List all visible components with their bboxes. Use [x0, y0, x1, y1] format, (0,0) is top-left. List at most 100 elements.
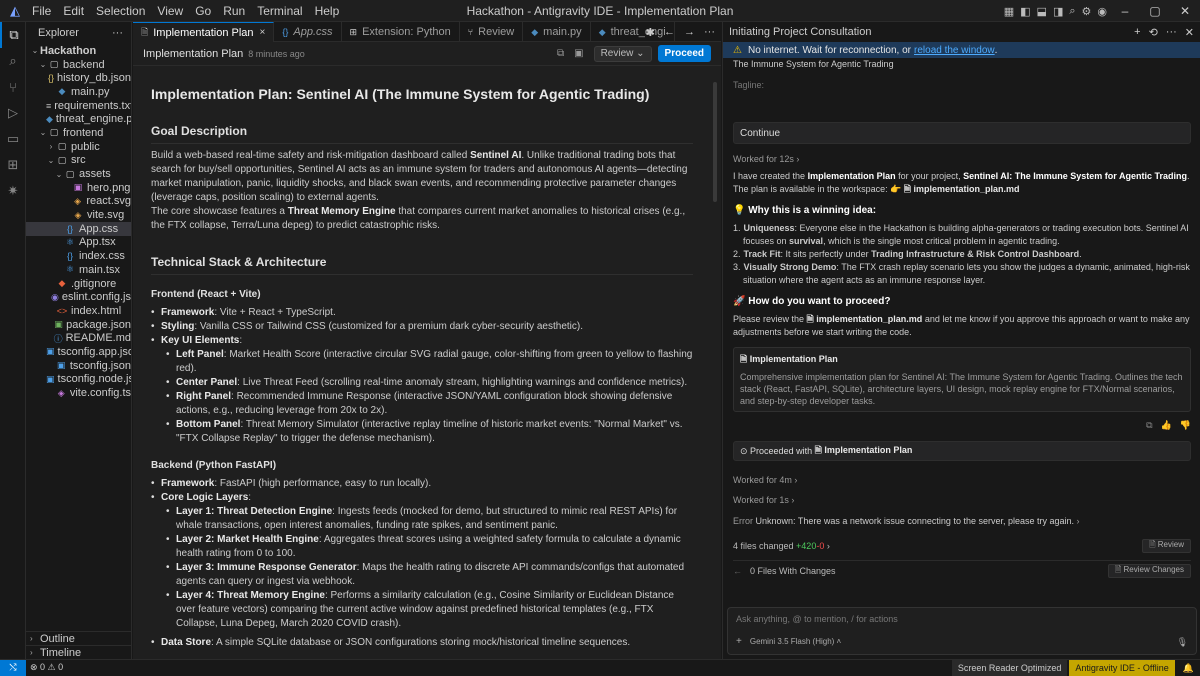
- tree-item[interactable]: ◈ vite.svg: [26, 208, 131, 222]
- model-selector[interactable]: Gemini 3.5 Flash (High) ˄: [750, 637, 841, 646]
- copy-icon[interactable]: ⧉: [557, 48, 564, 59]
- tree-item[interactable]: ◉ eslint.config.js: [26, 290, 131, 304]
- editor-scrollbar[interactable]: [713, 82, 717, 202]
- history-icon[interactable]: ⟲: [1149, 26, 1158, 39]
- timeline-section[interactable]: › Timeline: [26, 645, 132, 659]
- toggle-secondary-sidebar-icon[interactable]: ◨: [1053, 5, 1063, 18]
- tree-item[interactable]: ▣tsconfig.app.json: [26, 345, 131, 359]
- tree-item[interactable]: ⌄ Hackathon: [26, 44, 131, 58]
- review-changes-button[interactable]: 🗎 Review Changes: [1107, 563, 1191, 578]
- menu-go[interactable]: Go: [189, 4, 217, 18]
- problems-indicator[interactable]: ⊗ 0 ⚠ 0: [30, 662, 63, 673]
- go-back-icon[interactable]: ←: [664, 26, 675, 38]
- tree-item[interactable]: ◆ threat_engine.py: [26, 112, 131, 126]
- implementation-plan-file-link[interactable]: 🗎 implementation_plan.md: [904, 184, 1020, 194]
- files-changed-row[interactable]: 4 files changed +420-0 › 🗎 Review: [733, 538, 1191, 554]
- tree-item[interactable]: ⌄ ▢ backend: [26, 58, 131, 72]
- reload-window-link[interactable]: reload the window: [914, 45, 995, 56]
- add-context-button[interactable]: +: [736, 636, 742, 647]
- microphone-icon[interactable]: 🎙: [1177, 637, 1188, 648]
- remote-indicator-icon[interactable]: ⤭: [0, 659, 26, 676]
- back-arrow-icon[interactable]: ←: [733, 566, 742, 576]
- tree-item[interactable]: ≡ requirements.txt: [26, 99, 131, 113]
- copy-icon[interactable]: ⧉: [1146, 420, 1152, 431]
- agent-spark-icon[interactable]: ✷: [0, 178, 26, 204]
- editor-tab[interactable]: ⊞ Extension: Python: [342, 22, 460, 42]
- maximize-button[interactable]: ▢: [1140, 4, 1170, 18]
- tree-item[interactable]: ◈ vite.config.ts: [26, 386, 131, 400]
- minimize-button[interactable]: –: [1110, 4, 1140, 18]
- tree-item[interactable]: ▣ tsconfig.json: [26, 359, 131, 373]
- proceed-button[interactable]: Proceed: [657, 45, 711, 62]
- search-icon[interactable]: ⌕: [1069, 5, 1075, 18]
- proceeded-message: ⊙ Proceeded with 🗎 Implementation Plan: [733, 441, 1191, 461]
- tree-item[interactable]: {} index.css: [26, 249, 131, 263]
- layout-icon[interactable]: ▦: [1004, 5, 1014, 18]
- thumbs-up-icon[interactable]: 👍: [1161, 420, 1172, 431]
- editor-tab[interactable]: {} App.css: [274, 22, 342, 42]
- more-actions-icon[interactable]: ···: [1166, 26, 1177, 38]
- tree-item[interactable]: ▣tsconfig.node.json: [26, 373, 131, 387]
- explorer-files-icon[interactable]: ⧉: [0, 22, 26, 48]
- screen-reader-status[interactable]: Screen Reader Optimized: [951, 660, 1068, 676]
- tree-item[interactable]: ⚛ App.tsx: [26, 236, 131, 250]
- review-button[interactable]: 🗎 Review: [1142, 539, 1191, 553]
- tree-item[interactable]: ▣ hero.png: [26, 181, 131, 195]
- toggle-panel-icon[interactable]: ⬓: [1037, 5, 1047, 18]
- tree-item[interactable]: {} App.css: [26, 221, 131, 236]
- menu-run[interactable]: Run: [217, 4, 251, 18]
- list-item: Styling: Vanilla CSS or Tailwind CSS (cu…: [151, 320, 693, 334]
- tree-item[interactable]: ◆ main.py: [26, 85, 131, 99]
- remote-explorer-icon[interactable]: ▭: [0, 126, 26, 152]
- user-message: The Immune System for Agentic Trading Ta…: [733, 58, 1191, 94]
- tree-item[interactable]: ▣ package.json: [26, 318, 131, 332]
- run-debug-icon[interactable]: ▷: [0, 100, 26, 126]
- tree-item[interactable]: ⚛ main.tsx: [26, 263, 131, 277]
- chat-input[interactable]: Ask anything, @ to mention, / for action…: [727, 607, 1197, 655]
- tree-item[interactable]: ◈ react.svg: [26, 195, 131, 209]
- menu-edit[interactable]: Edit: [57, 4, 90, 18]
- open-file-icon[interactable]: ▣: [574, 48, 583, 59]
- worked-for-1s[interactable]: Worked for 1s ›: [733, 495, 1191, 505]
- menu-terminal[interactable]: Terminal: [251, 4, 308, 18]
- account-icon[interactable]: ◉: [1097, 5, 1107, 18]
- tree-item[interactable]: ◆ .gitignore: [26, 277, 131, 291]
- toggle-sidebar-icon[interactable]: ◧: [1020, 5, 1030, 18]
- editor-tab[interactable]: ⑂ Review: [460, 22, 524, 42]
- menu-file[interactable]: File: [26, 4, 57, 18]
- offline-status[interactable]: Antigravity IDE - Offline: [1069, 660, 1175, 676]
- tree-item[interactable]: ⓘ README.md: [26, 331, 131, 345]
- split-editor-icon[interactable]: ✱: [646, 26, 655, 39]
- close-tab-icon[interactable]: ×: [260, 27, 266, 38]
- settings-gear-icon[interactable]: ⚙: [1082, 5, 1092, 18]
- go-forward-icon[interactable]: →: [684, 26, 695, 38]
- tree-item[interactable]: <> index.html: [26, 304, 131, 318]
- explorer-more-actions-icon[interactable]: ···: [112, 27, 123, 39]
- review-dropdown-button[interactable]: Review ⌄: [593, 45, 652, 62]
- extensions-icon[interactable]: ⊞: [0, 152, 26, 178]
- chat-input-placeholder: Ask anything, @ to mention, / for action…: [736, 614, 898, 624]
- editor-tab[interactable]: ◆ main.py: [523, 22, 591, 42]
- tree-item[interactable]: ⌄ ▢ src: [26, 154, 131, 168]
- menu-view[interactable]: View: [151, 4, 189, 18]
- menu-selection[interactable]: Selection: [90, 4, 151, 18]
- thumbs-down-icon[interactable]: 👎: [1180, 420, 1191, 431]
- worked-for-4m[interactable]: Worked for 4m ›: [733, 475, 1191, 485]
- worked-for-12s[interactable]: Worked for 12s ›: [733, 154, 1191, 164]
- close-window-button[interactable]: ✕: [1170, 4, 1200, 18]
- more-actions-icon[interactable]: ···: [704, 26, 715, 38]
- source-control-icon[interactable]: ⑂: [0, 74, 26, 100]
- tree-item[interactable]: › ▢ public: [26, 140, 131, 154]
- tree-item[interactable]: {} history_db.json: [26, 71, 131, 85]
- tree-item[interactable]: ⌄ ▢ frontend: [26, 126, 131, 140]
- editor-tab[interactable]: 🗎 Implementation Plan ×: [133, 22, 275, 42]
- menu-help[interactable]: Help: [309, 4, 346, 18]
- new-chat-icon[interactable]: +: [1134, 26, 1140, 38]
- notifications-bell-icon[interactable]: 🔔: [1177, 660, 1200, 676]
- implementation-plan-file-link[interactable]: 🗎 implementation_plan.md: [807, 314, 923, 324]
- outline-section[interactable]: › Outline: [26, 631, 132, 645]
- search-view-icon[interactable]: ⌕: [0, 48, 26, 74]
- tree-item[interactable]: ⌄ ▢ assets: [26, 167, 131, 181]
- implementation-plan-card[interactable]: 🗎 Implementation Plan Comprehensive impl…: [733, 347, 1191, 412]
- close-panel-icon[interactable]: ✕: [1185, 26, 1194, 39]
